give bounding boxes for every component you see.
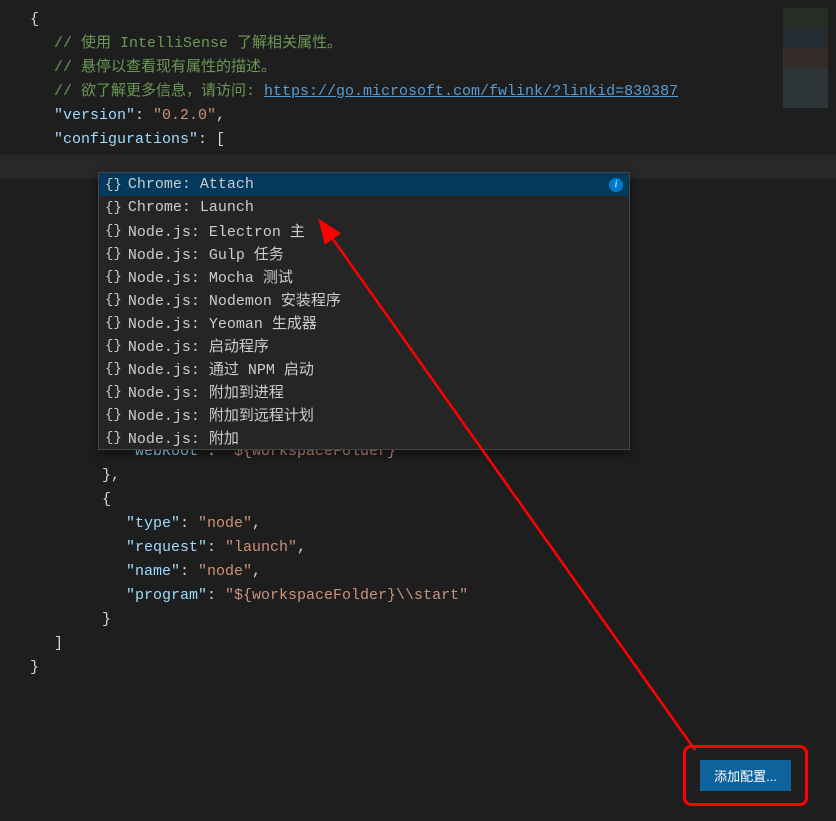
suggestion-label: Node.js: 附加到进程 bbox=[128, 381, 284, 402]
suggestion-item[interactable]: {} Node.js: 启动程序 bbox=[99, 334, 629, 357]
code-line: "version": "0.2.0", bbox=[30, 104, 836, 128]
suggestion-item[interactable]: {} Chrome: Launch bbox=[99, 196, 629, 219]
suggestion-label: Node.js: 通过 NPM 启动 bbox=[128, 358, 314, 379]
suggestion-label: Node.js: Gulp 任务 bbox=[128, 243, 284, 264]
intellisense-popup: {} Chrome: Attach i {} Chrome: Launch {} Node.… bbox=[98, 172, 630, 450]
code-line: }, bbox=[30, 464, 836, 488]
code-line: ] bbox=[30, 632, 836, 656]
snippet-icon: {} bbox=[105, 315, 122, 331]
suggestion-item[interactable]: {} Node.js: 附加到进程 bbox=[99, 380, 629, 403]
suggestion-label: Node.js: Electron 主 bbox=[128, 220, 305, 241]
snippet-icon: {} bbox=[105, 407, 122, 423]
code-line: "configurations": [ bbox=[30, 128, 836, 152]
suggestion-item[interactable]: {} Node.js: Mocha 测试 bbox=[99, 265, 629, 288]
snippet-icon: {} bbox=[105, 384, 122, 400]
snippet-icon: {} bbox=[105, 177, 122, 193]
suggestion-item[interactable]: {} Node.js: Yeoman 生成器 bbox=[99, 311, 629, 334]
snippet-icon: {} bbox=[105, 430, 122, 446]
suggestion-label: Chrome: Launch bbox=[128, 199, 254, 216]
suggestion-label: Node.js: Nodemon 安装程序 bbox=[128, 289, 341, 310]
code-line: "type": "node", bbox=[30, 512, 836, 536]
code-line: } bbox=[30, 656, 836, 680]
snippet-icon: {} bbox=[105, 338, 122, 354]
code-line: { bbox=[30, 8, 836, 32]
snippet-icon: {} bbox=[105, 361, 122, 377]
suggestion-item[interactable]: {} Node.js: 附加到远程计划 bbox=[99, 403, 629, 426]
suggestion-item[interactable]: {} Chrome: Attach i bbox=[99, 173, 629, 196]
code-line: "request": "launch", bbox=[30, 536, 836, 560]
annotation-highlight: 添加配置... bbox=[683, 745, 808, 806]
suggestion-item[interactable]: {} Node.js: Gulp 任务 bbox=[99, 242, 629, 265]
suggestion-label: Node.js: Yeoman 生成器 bbox=[128, 312, 317, 333]
suggestion-item[interactable]: {} Node.js: 附加 bbox=[99, 426, 629, 449]
snippet-icon: {} bbox=[105, 223, 122, 239]
snippet-icon: {} bbox=[105, 246, 122, 262]
code-line: "name": "node", bbox=[30, 560, 836, 584]
suggestion-label: Node.js: 启动程序 bbox=[128, 335, 269, 356]
suggestion-label: Chrome: Attach bbox=[128, 176, 254, 193]
code-line: { bbox=[30, 488, 836, 512]
suggestion-item[interactable]: {} Node.js: 通过 NPM 启动 bbox=[99, 357, 629, 380]
suggestion-label: Node.js: 附加到远程计划 bbox=[128, 404, 314, 425]
info-icon[interactable]: i bbox=[609, 178, 623, 192]
code-comment: // 欲了解更多信息，请访问: https://go.microsoft.com… bbox=[30, 80, 836, 104]
suggestion-item[interactable]: {} Node.js: Nodemon 安装程序 bbox=[99, 288, 629, 311]
add-configuration-button[interactable]: 添加配置... bbox=[700, 760, 791, 791]
code-line: "program": "${workspaceFolder}\\start" bbox=[30, 584, 836, 608]
code-line: } bbox=[30, 608, 836, 632]
docs-link[interactable]: https://go.microsoft.com/fwlink/?linkid=… bbox=[264, 83, 678, 100]
code-comment: // 使用 IntelliSense 了解相关属性。 bbox=[30, 32, 836, 56]
code-comment: // 悬停以查看现有属性的描述。 bbox=[30, 56, 836, 80]
suggestion-label: Node.js: Mocha 测试 bbox=[128, 266, 293, 287]
snippet-icon: {} bbox=[105, 292, 122, 308]
snippet-icon: {} bbox=[105, 269, 122, 285]
suggestion-item[interactable]: {} Node.js: Electron 主 bbox=[99, 219, 629, 242]
snippet-icon: {} bbox=[105, 200, 122, 216]
suggestion-label: Node.js: 附加 bbox=[128, 427, 239, 448]
